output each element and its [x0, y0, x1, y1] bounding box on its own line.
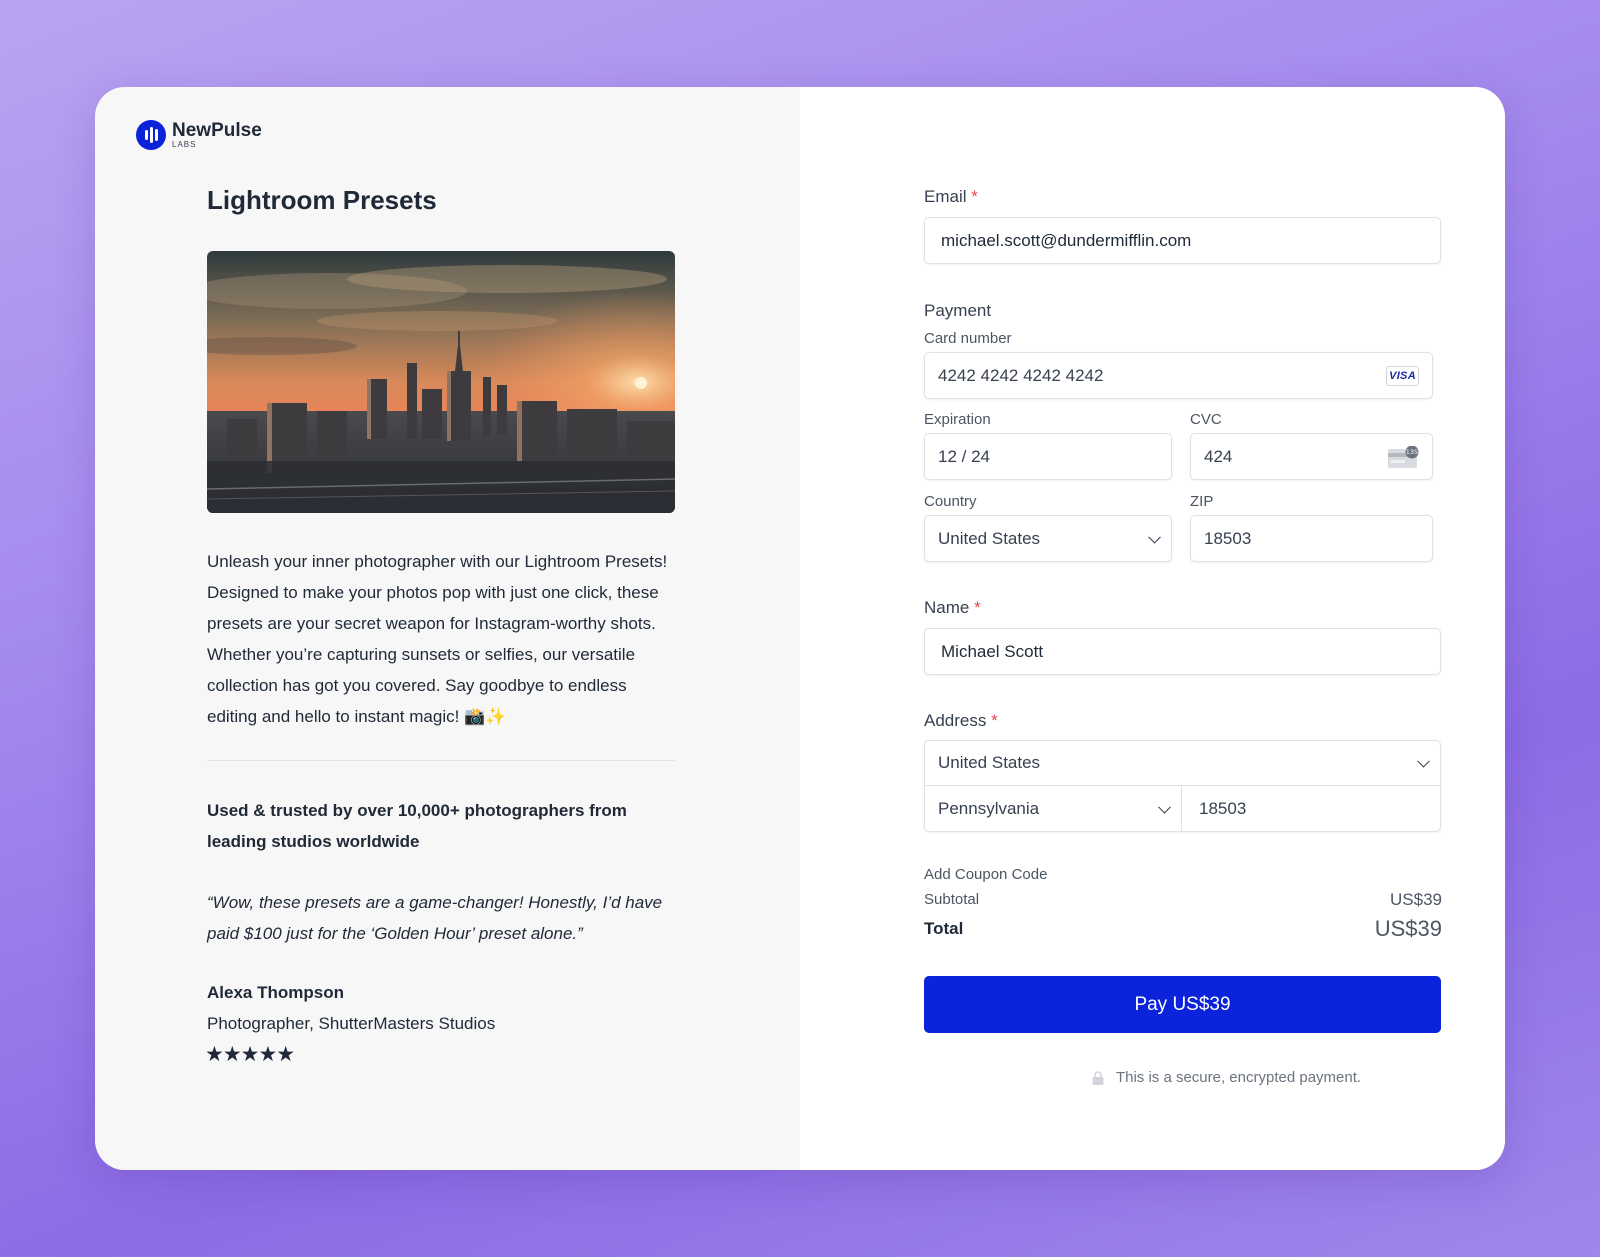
cvc-card-icon: 135 [1388, 446, 1419, 468]
email-value: michael.scott@dundermifflin.com [941, 230, 1192, 250]
star-rating: ★★★★★ [205, 1043, 295, 1066]
pay-button[interactable]: Pay US$39 [924, 976, 1441, 1033]
address-state-select[interactable]: Pennsylvania [925, 786, 1182, 832]
city-sunset-image [207, 251, 675, 513]
country-value: United States [938, 528, 1041, 548]
card-number-field[interactable]: 4242 4242 4242 4242 VISA [924, 352, 1433, 399]
name-field[interactable]: Michael Scott [924, 628, 1441, 675]
reviewer-name: Alexa Thompson [207, 983, 344, 1002]
brand-name: NewPulse [172, 120, 262, 141]
product-title: Lightroom Presets [207, 185, 437, 215]
chevron-down-icon [1417, 754, 1430, 768]
expiration-value: 12 / 24 [938, 446, 990, 466]
trusted-statement: Used & trusted by over 10,000+ photograp… [207, 801, 627, 851]
subtotal-label: Subtotal [924, 891, 980, 908]
secure-note: This is a secure, encrypted payment. [800, 1069, 1505, 1086]
address-zip-value: 18503 [1199, 799, 1247, 818]
address-country-select[interactable]: United States [925, 741, 1440, 786]
product-panel: NewPulse LABS Lightroom Presets Unleash … [95, 87, 800, 1170]
product-image [207, 251, 675, 513]
total-value: US$39 [1374, 916, 1442, 941]
cvc-label: CVC [1190, 411, 1222, 428]
expiration-field[interactable]: 12 / 24 [924, 433, 1172, 480]
add-coupon-link[interactable]: Add Coupon Code [924, 866, 1047, 883]
brand-logo[interactable]: NewPulse LABS [136, 120, 262, 150]
address-state-value: Pennsylvania [938, 799, 1040, 818]
checkout-card: NewPulse LABS Lightroom Presets Unleash … [95, 87, 1505, 1170]
secure-note-text: This is a secure, encrypted payment. [1115, 1069, 1362, 1086]
cvc-value: 424 [1204, 446, 1233, 466]
total-label: Total [924, 919, 964, 938]
newpulse-logo-icon [136, 120, 166, 150]
country-select[interactable]: United States [924, 515, 1172, 562]
email-label: Email * [924, 187, 978, 206]
testimonial-quote: “Wow, these presets are a game-changer! … [207, 893, 663, 943]
cvc-icon-text: 135 [1406, 448, 1418, 456]
address-label: Address * [924, 711, 998, 730]
divider [207, 760, 675, 761]
expiration-label: Expiration [924, 411, 991, 428]
visa-icon: VISA [1386, 366, 1419, 386]
chevron-down-icon [1148, 530, 1161, 544]
chevron-down-icon [1158, 800, 1171, 814]
country-label: Country [924, 493, 977, 510]
payment-label: Payment [924, 301, 992, 320]
checkout-form: Email * michael.scott@dundermifflin.com … [800, 87, 1505, 1170]
card-number-label: Card number [924, 330, 1012, 347]
email-field[interactable]: michael.scott@dundermifflin.com [924, 217, 1441, 264]
zip-field[interactable]: 18503 [1190, 515, 1433, 562]
card-number-value: 4242 4242 4242 4242 [938, 365, 1104, 385]
required-mark: * [974, 598, 981, 617]
cvc-field[interactable]: 424 135 [1190, 433, 1433, 480]
brand-sub: LABS [172, 140, 197, 149]
subtotal-value: US$39 [1390, 890, 1442, 909]
name-label: Name * [924, 598, 981, 617]
lock-icon [1092, 1070, 1104, 1085]
required-mark: * [971, 187, 978, 206]
product-description: Unleash your inner photographer with our… [207, 552, 668, 726]
reviewer-role: Photographer, ShutterMasters Studios [207, 1014, 496, 1033]
address-country-value: United States [938, 753, 1041, 772]
required-mark: * [991, 711, 998, 730]
name-value: Michael Scott [941, 641, 1044, 661]
zip-label: ZIP [1190, 493, 1214, 510]
address-group: United States Pennsylvania 18503 [924, 740, 1441, 832]
address-zip-field[interactable]: 18503 [1182, 786, 1440, 832]
zip-value: 18503 [1204, 528, 1252, 548]
